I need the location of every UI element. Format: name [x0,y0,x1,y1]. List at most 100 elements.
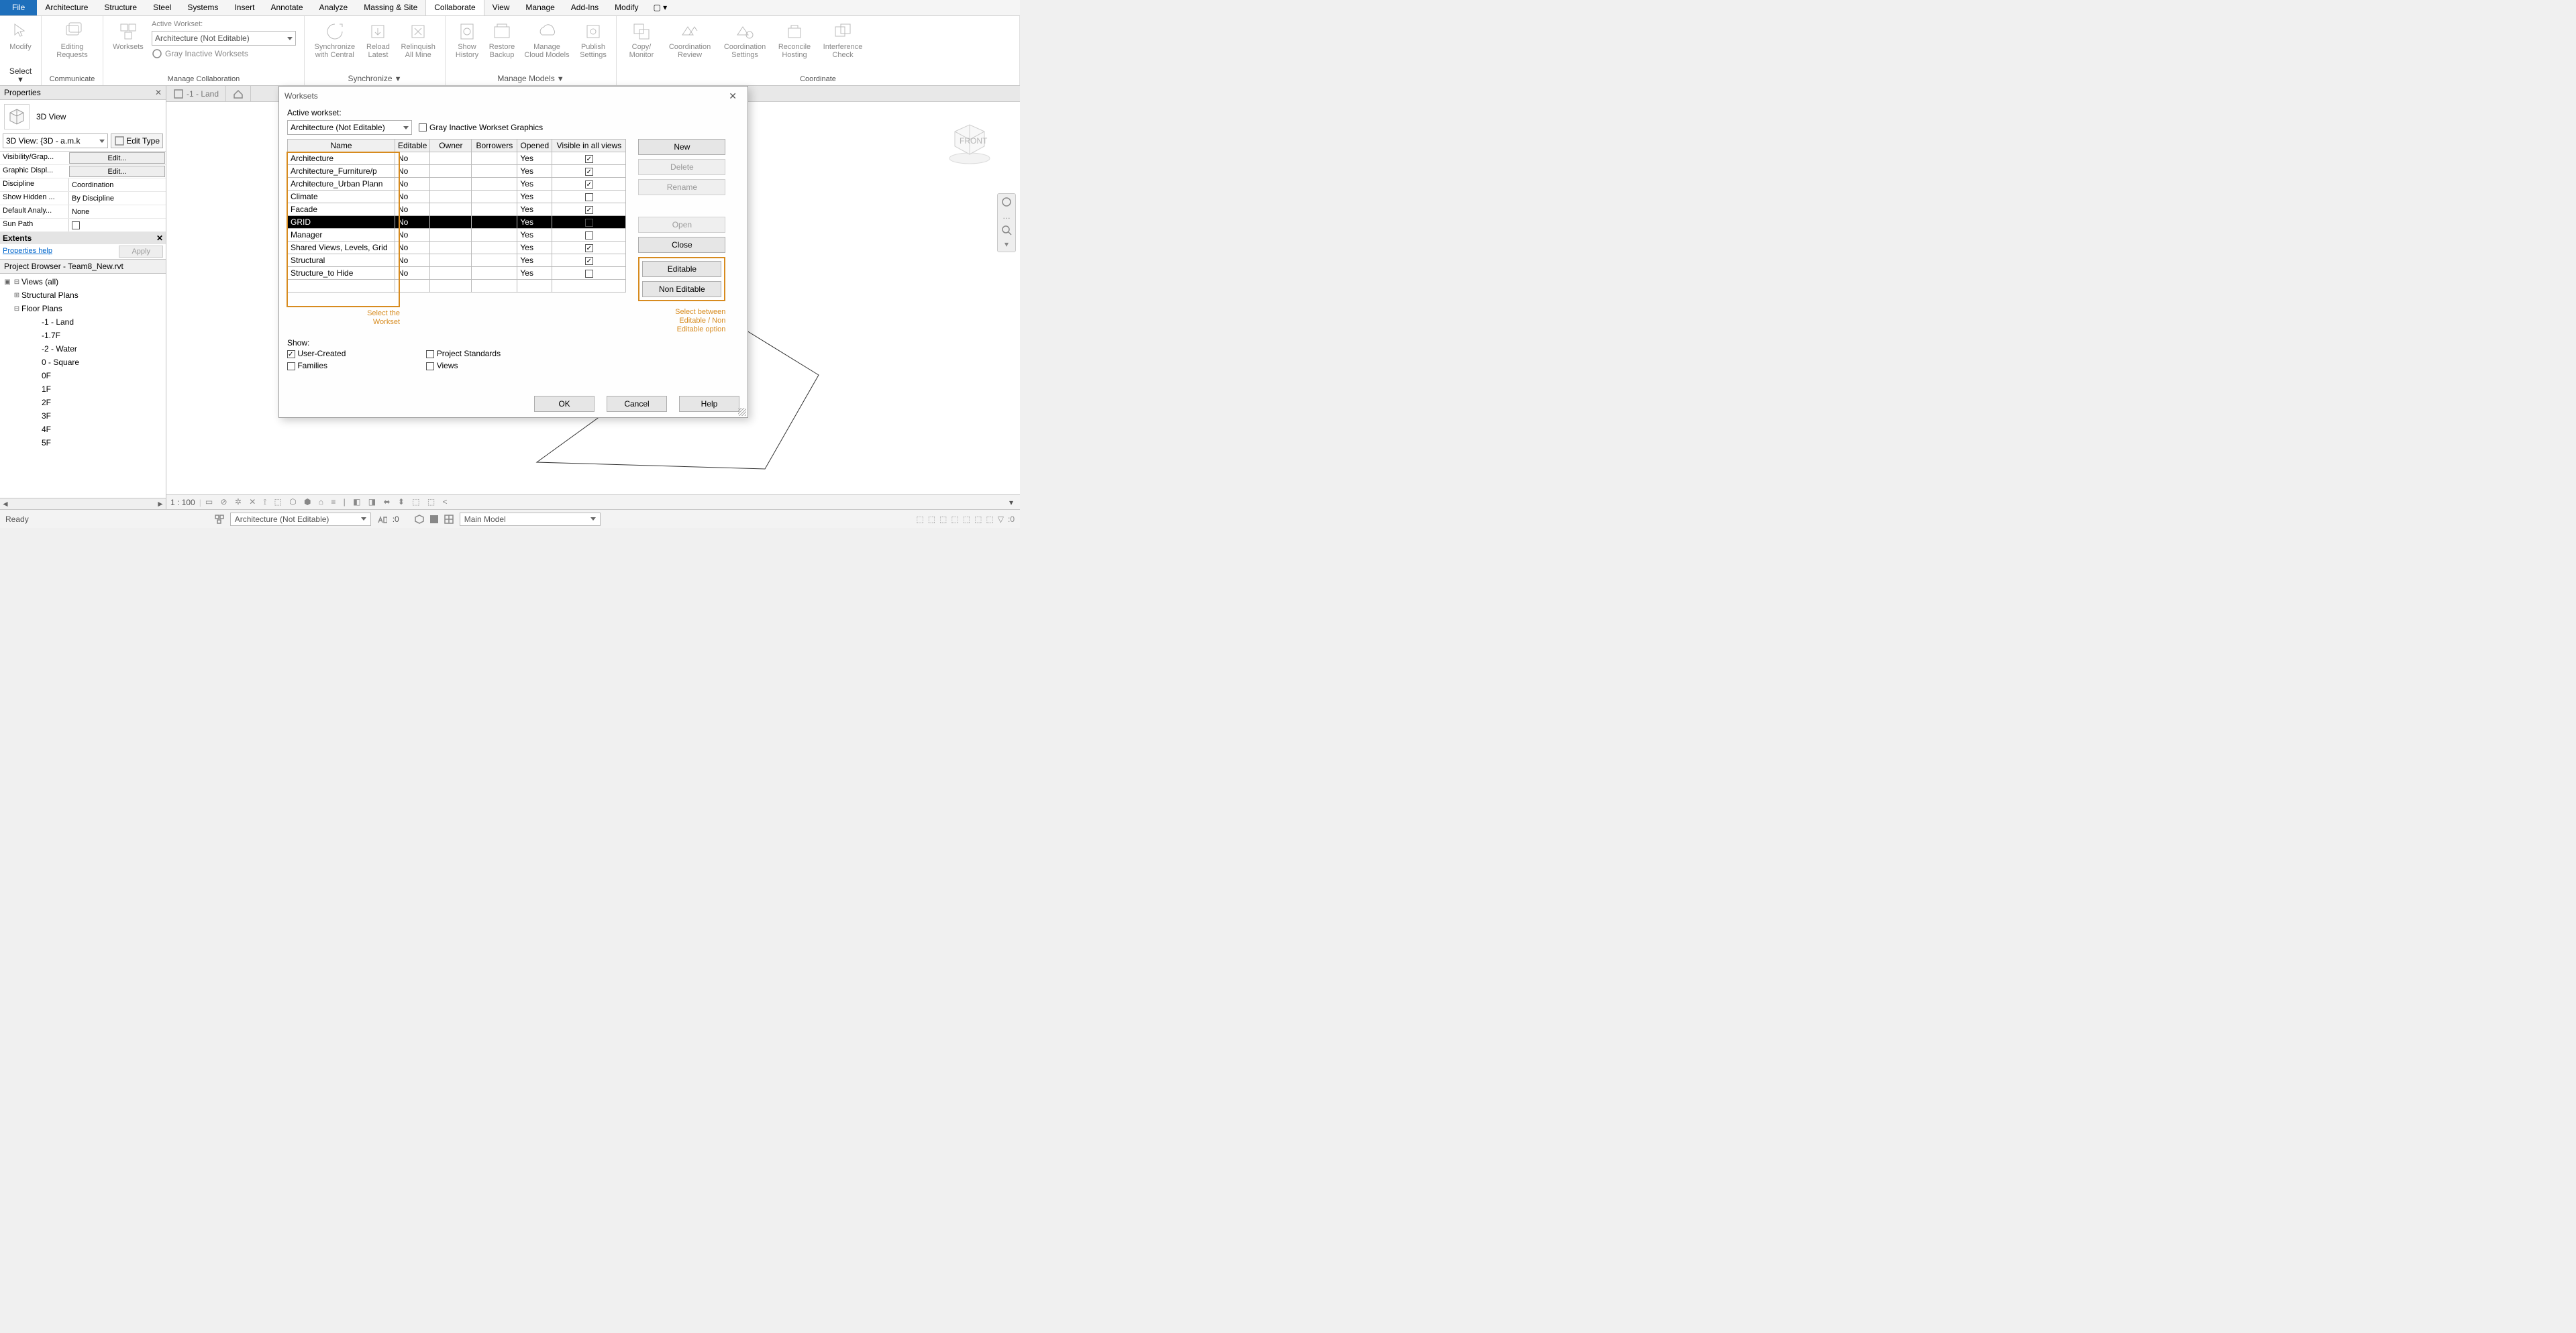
active-workset-dropdown[interactable]: Architecture (Not Editable) [152,31,296,46]
scroll-left-icon[interactable]: ◄ [0,499,11,509]
col-header[interactable]: Owner [430,140,472,152]
workset-row[interactable]: Structure_to HideNoYes [288,267,626,280]
menu-architecture[interactable]: Architecture [37,0,96,15]
new-workset-button[interactable]: New [638,139,725,155]
cube-status-icon[interactable] [414,514,425,525]
col-header[interactable]: Name [288,140,395,152]
tree-leaf[interactable]: -2 - Water [3,342,163,356]
view-controls-icons[interactable]: ▭ ⊘ ✲ ✕ ⟟ ⬚ ⬡ ⬢ ⌂ ≡ | ◧ ◨ ⬌ ⬍ ⬚ ⬚ < [205,497,450,507]
show-project-standards-checkbox[interactable]: Project Standards [426,349,501,358]
property-value[interactable] [68,219,166,231]
menu-manage[interactable]: Manage [517,0,562,15]
status-workset-dropdown[interactable]: Architecture (Not Editable) [230,513,371,526]
workset-row[interactable]: GRIDNoYes [288,216,626,229]
open-workset-button[interactable]: Open [638,217,725,233]
doc-tab-3d[interactable] [226,86,251,101]
workset-row[interactable]: ClimateNoYes [288,191,626,203]
relinquish-all-button[interactable]: Relinquish All Mine [395,19,441,59]
menu-systems[interactable]: Systems [179,0,226,15]
col-header[interactable]: Visible in all views [552,140,626,152]
workset-row[interactable]: StructuralNoYes [288,254,626,267]
properties-help-link[interactable]: Properties help [0,244,55,258]
sync-group-label[interactable]: Synchronize ▼ [305,72,445,85]
help-button[interactable]: Help [679,396,739,412]
design-option-dropdown[interactable]: Main Model [460,513,601,526]
col-header[interactable]: Editable [395,140,430,152]
property-value[interactable]: Edit... [69,166,165,177]
publish-settings-button[interactable]: Publish Settings [574,19,612,59]
non-editable-button[interactable]: Non Editable [642,281,721,297]
gray-inactive-checkbox[interactable]: Gray Inactive Workset Graphics [419,123,543,132]
active-workset-dialog-dropdown[interactable]: Architecture (Not Editable) [287,120,412,135]
menu-addins[interactable]: Add-Ins [563,0,607,15]
sync-with-central-button[interactable]: Synchronize with Central [309,19,361,59]
visible-checkbox[interactable] [585,206,593,214]
zoom-icon[interactable] [1001,225,1012,235]
manage-models-group-label[interactable]: Manage Models ▼ [446,72,616,85]
modify-tool[interactable]: Modify [4,19,37,51]
visible-checkbox[interactable] [585,244,593,252]
resize-grip[interactable] [738,408,746,416]
tree-branch[interactable]: ⊟ Floor Plans [3,302,163,315]
reconcile-hosting-button[interactable]: Reconcile Hosting [772,19,817,59]
coordination-settings-button[interactable]: Coordination Settings [717,19,772,59]
editing-requests-button[interactable]: Editing Requests [46,19,99,59]
tree-root[interactable]: ▣⊟ Views (all) [3,275,163,288]
show-user-created-checkbox[interactable]: User-Created [287,349,346,358]
project-browser-tree[interactable]: ▣⊟ Views (all)⊞ Structural Plans⊟ Floor … [0,274,166,498]
edit-type-button[interactable]: Edit Type [111,134,163,148]
editable-button[interactable]: Editable [642,261,721,277]
apply-button[interactable]: Apply [119,246,163,258]
col-header[interactable]: Borrowers [472,140,517,152]
coordination-review-button[interactable]: Coordination Review [662,19,717,59]
property-value[interactable]: By Discipline [68,192,166,205]
property-value[interactable]: None [68,205,166,218]
vscroll-down-icon[interactable]: ▾ [1009,498,1013,507]
worksets-table[interactable]: NameEditableOwnerBorrowersOpenedVisible … [287,139,626,292]
workset-row[interactable]: Architecture_Furniture/pNoYes [288,165,626,178]
properties-close-icon[interactable]: ✕ [155,88,162,97]
show-history-button[interactable]: Show History [450,19,484,59]
tree-leaf[interactable]: 2F [3,396,163,409]
menu-annotate[interactable]: Annotate [262,0,311,15]
tree-branch[interactable]: ⊞ Structural Plans [3,288,163,302]
tree-leaf[interactable]: 3F [3,409,163,423]
menu-analyze[interactable]: Analyze [311,0,356,15]
tree-leaf[interactable]: 0F [3,369,163,382]
workset-row[interactable]: Shared Views, Levels, GridNoYes [288,242,626,254]
show-views-checkbox[interactable]: Views [426,361,501,370]
show-families-checkbox[interactable]: Families [287,361,346,370]
property-value[interactable]: Edit... [69,152,165,164]
view-instance-dropdown[interactable]: 3D View: {3D - a.m.k [3,134,108,148]
workset-row[interactable]: FacadeNoYes [288,203,626,216]
gray-inactive-worksets-button[interactable]: Gray Inactive Worksets [152,48,296,59]
view-cube[interactable]: FRONT [946,119,993,166]
type-selector-label[interactable]: 3D View [36,112,66,121]
editable-only-icon[interactable] [376,514,387,525]
copy-monitor-button[interactable]: Copy/ Monitor [621,19,662,59]
dialog-close-button[interactable]: ✕ [723,89,742,103]
menu-file[interactable]: File [0,0,37,15]
visible-checkbox[interactable] [585,231,593,239]
square-status-icon[interactable] [430,515,438,523]
status-right-icons[interactable]: ⬚⬚⬚⬚⬚⬚⬚▽:0 [916,515,1015,524]
visible-checkbox[interactable] [585,257,593,265]
col-header[interactable]: Opened [517,140,552,152]
visible-checkbox[interactable] [585,155,593,163]
tree-leaf[interactable]: 0 - Square [3,356,163,369]
manage-cloud-button[interactable]: Manage Cloud Models [519,19,574,59]
workset-row[interactable]: ManagerNoYes [288,229,626,242]
extents-group-header[interactable]: Extents✕ [0,232,166,244]
visible-checkbox[interactable] [585,270,593,278]
type-selector-preview[interactable] [4,104,30,129]
full-nav-icon[interactable] [1001,197,1012,207]
select-group-label[interactable]: Select ▼ [0,65,41,85]
workset-row[interactable]: Architecture_Urban PlannNoYes [288,178,626,191]
ok-button[interactable]: OK [534,396,595,412]
menu-massing-site[interactable]: Massing & Site [356,0,425,15]
navigation-bar[interactable]: … ▾ [997,193,1016,252]
tree-leaf[interactable]: -1 - Land [3,315,163,329]
browser-hscroll[interactable]: ◄ ► [0,498,166,509]
interference-check-button[interactable]: Interference Check [817,19,869,59]
cancel-button[interactable]: Cancel [607,396,667,412]
